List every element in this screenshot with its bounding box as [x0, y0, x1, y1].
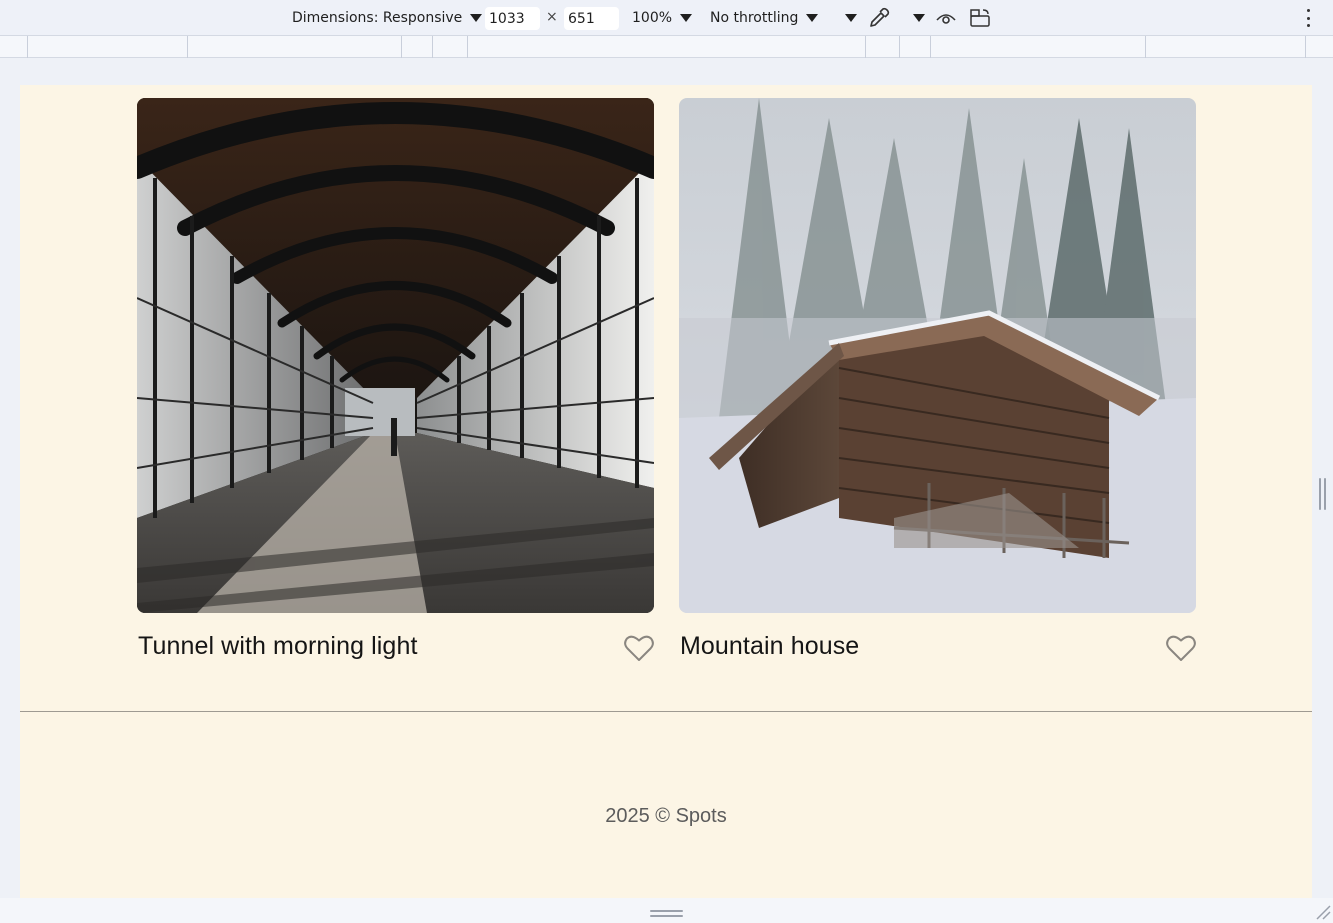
eye-icon — [936, 14, 956, 24]
times-sign: × — [546, 9, 558, 25]
rotate-button[interactable] — [968, 6, 992, 30]
card: Mountain house — [679, 98, 1196, 673]
corner-resize-icon[interactable] — [1315, 904, 1331, 920]
vision-button[interactable] — [934, 6, 958, 30]
dimensions-dropdown[interactable]: Dimensions: Responsive — [292, 0, 483, 36]
device-rotate-icon — [970, 9, 990, 27]
throttling-label: No throttling — [710, 10, 799, 26]
card-title: Tunnel with morning light — [138, 632, 418, 660]
eyedropper-button[interactable] — [867, 6, 891, 30]
card-footer: Mountain house — [679, 613, 1196, 673]
chevron-down-icon — [913, 14, 925, 22]
bottom-resize-handle[interactable] — [650, 910, 683, 917]
card-title: Mountain house — [680, 632, 860, 660]
page-viewport: Tunnel with morning light Mountain house… — [20, 85, 1312, 898]
throttling-dropdown[interactable]: No throttling — [710, 0, 819, 36]
heart-icon[interactable] — [624, 634, 654, 662]
right-resize-handle[interactable] — [1319, 478, 1326, 510]
sensors-dropdown[interactable] — [905, 0, 925, 36]
media-query-ruler[interactable] — [0, 36, 1333, 58]
zoom-dropdown[interactable]: 100% — [632, 0, 693, 36]
mountain-house-photo[interactable] — [679, 98, 1196, 613]
more-options-dropdown[interactable] — [837, 0, 857, 36]
chevron-down-icon — [680, 14, 693, 22]
chevron-down-icon — [845, 14, 857, 22]
width-input[interactable] — [485, 7, 540, 30]
card: Tunnel with morning light — [137, 98, 654, 673]
card-footer: Tunnel with morning light — [137, 613, 654, 673]
zoom-label: 100% — [632, 10, 673, 26]
chevron-down-icon — [470, 14, 483, 22]
eyedropper-icon — [870, 7, 890, 27]
tunnel-photo[interactable] — [137, 98, 654, 613]
heart-icon[interactable] — [1166, 634, 1196, 662]
dimensions-label: Dimensions: Responsive — [292, 10, 463, 26]
chevron-down-icon — [806, 14, 819, 22]
height-input[interactable] — [564, 7, 619, 30]
device-toolbar: Dimensions: Responsive × 100% No throttl… — [0, 0, 1333, 36]
footer-divider — [20, 711, 1312, 712]
footer-copyright: 2025 © Spots — [605, 805, 727, 827]
more-vert-icon[interactable] — [1305, 9, 1311, 27]
